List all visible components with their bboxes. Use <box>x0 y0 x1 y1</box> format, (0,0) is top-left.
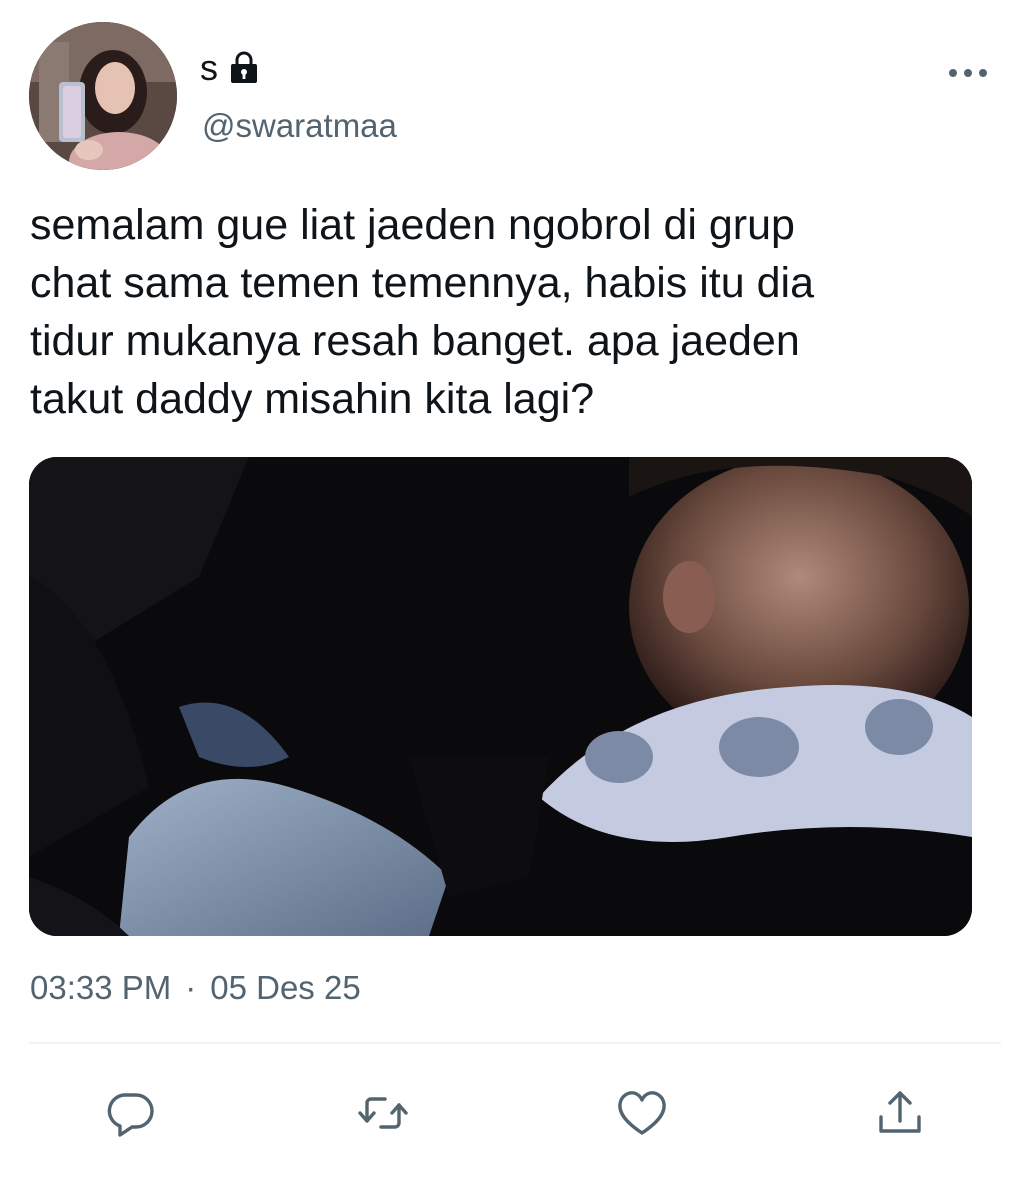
more-options-icon[interactable] <box>946 60 990 86</box>
tweet-time[interactable]: 03:33 PM <box>30 966 171 1010</box>
tweet-date[interactable]: 05 Des 25 <box>210 966 360 1010</box>
avatar-image <box>29 22 177 170</box>
avatar[interactable] <box>29 22 177 170</box>
lock-icon <box>228 51 260 85</box>
like-icon[interactable] <box>614 1085 670 1141</box>
tweet-text: semalam gue liat jaeden ngobrol di grup … <box>30 201 814 423</box>
display-name[interactable]: s <box>200 46 218 90</box>
user-handle[interactable]: @swaratmaa <box>202 106 397 146</box>
share-icon[interactable] <box>872 1085 928 1141</box>
tweet-meta: 03:33 PM · 05 Des 25 <box>30 966 361 1010</box>
reply-icon[interactable] <box>102 1085 158 1141</box>
display-name-row: s <box>200 46 260 90</box>
meta-separator: · <box>185 969 197 1006</box>
divider <box>29 1042 1001 1044</box>
retweet-icon[interactable] <box>355 1085 411 1141</box>
media-image <box>29 457 972 936</box>
tweet-media[interactable] <box>29 457 972 936</box>
